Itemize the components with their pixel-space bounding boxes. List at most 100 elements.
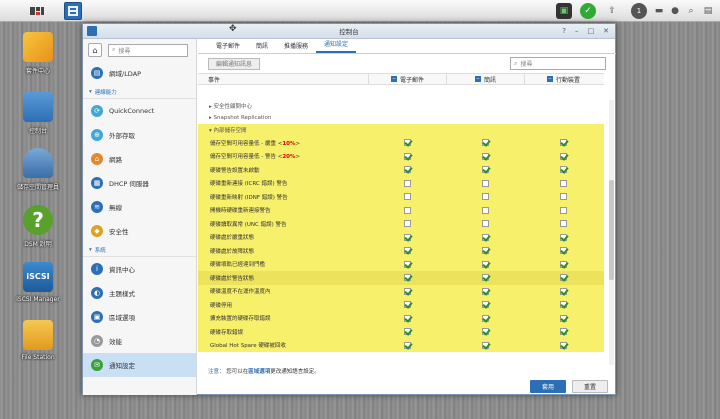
email-checkbox[interactable] [403,260,411,268]
email-checkbox[interactable] [403,152,411,160]
email-checkbox[interactable] [403,314,411,322]
table-row[interactable]: 硬碟存取錯誤 [198,325,604,339]
sms-checkbox[interactable] [481,274,489,282]
sidebar-item[interactable]: ◐ 主題樣式 [83,281,196,305]
search-icon[interactable]: ⌕ [683,3,699,19]
sms-checkbox[interactable] [481,247,489,255]
sms-checkbox[interactable] [481,301,489,309]
event-search-input[interactable]: ⌕ 搜尋 [510,57,606,70]
column-header-mobile[interactable]: – 行動裝置 [524,74,602,84]
mobile-checkbox[interactable] [559,139,567,147]
partial-check-icon[interactable]: – [474,76,481,82]
email-checkbox[interactable] [403,301,411,309]
column-header-sms[interactable]: – 簡訊 [446,74,524,84]
regional-options-link[interactable]: 區域選項 [248,369,270,375]
edit-message-button[interactable]: 編輯通知訊息 [208,57,261,70]
email-checkbox[interactable] [403,166,411,174]
mobile-checkbox[interactable] [559,220,567,228]
table-row[interactable]: 硬碟讀取異常 (UNC 錯誤) 警告 [198,217,604,231]
minimize-icon[interactable]: – [575,27,579,35]
sms-checkbox[interactable] [481,220,489,228]
sidebar-item[interactable]: ⟳ QuickConnect [83,99,196,123]
mobile-checkbox[interactable] [559,260,567,268]
status-ok-icon[interactable]: ✓ [580,3,596,19]
table-row[interactable]: 硬碟警告設置未啟動 [198,163,604,177]
table-row[interactable]: Global Hot Spare 硬碟被回收 [198,338,604,352]
table-row[interactable]: 硬碟壞軌已經達到門檻 [198,257,604,271]
table-row[interactable]: 儲存空間可用容量低 - 嚴重 <10%> [198,136,604,150]
sms-checkbox[interactable] [481,139,489,147]
tab[interactable]: 簡訊 [248,41,276,53]
table-row[interactable]: 儲存空間可用容量低 - 警告 <20%> [198,149,604,163]
sms-checkbox[interactable] [481,260,489,268]
sidebar-item[interactable]: ≋ 無線 [83,195,196,219]
desktop-icon-package-center[interactable]: 套件中心 [7,32,69,75]
table-group-header[interactable]: ▸ 安全性顧問中心 [198,100,604,112]
email-checkbox[interactable] [403,247,411,255]
show-desktop-button[interactable] [28,2,46,20]
sidebar-item[interactable]: ◔ 效能 [83,329,196,353]
mobile-checkbox[interactable] [559,341,567,349]
column-header-event[interactable]: 事件 [198,75,368,84]
table-row[interactable]: 硬碟溫度不在運作溫度內 [198,284,604,298]
email-checkbox[interactable] [403,139,411,147]
sms-checkbox[interactable] [481,166,489,174]
email-checkbox[interactable] [403,193,411,201]
widgets-icon[interactable]: ▤ [700,3,716,19]
scrollbar-thumb[interactable] [609,180,614,280]
table-row[interactable]: 硬碟處於警告狀態 [198,271,604,285]
close-icon[interactable]: ✕ [603,27,609,35]
sidebar-section-header[interactable]: ▾ 系統 [83,243,196,257]
mobile-checkbox[interactable] [559,166,567,174]
tab[interactable]: 通知設定 [316,39,357,53]
mobile-checkbox[interactable] [559,206,567,214]
mobile-checkbox[interactable] [559,287,567,295]
sidebar-item[interactable]: ✉ 通知設定 [83,353,196,377]
email-checkbox[interactable] [403,179,411,187]
sms-checkbox[interactable] [481,314,489,322]
mobile-checkbox[interactable] [559,301,567,309]
chat-icon[interactable]: ▬ [651,3,667,19]
desktop-icon-iscsi-manager[interactable]: iSCSI iSCSI Manager [7,262,69,303]
sidebar-item[interactable]: i 資訊中心 [83,257,196,281]
desktop-icon-storage-manager[interactable]: 儲存空間管理員 [7,148,69,191]
mobile-checkbox[interactable] [559,274,567,282]
home-button[interactable]: ⌂ [88,43,102,57]
mobile-checkbox[interactable] [559,193,567,201]
sidebar-item[interactable]: ▣ 區域選項 [83,305,196,329]
tab[interactable]: 電子郵件 [208,41,248,53]
sidebar-section-header[interactable]: ▾ 連線能力 [83,85,196,99]
sidebar-item[interactable]: ◆ 安全性 [83,219,196,243]
email-checkbox[interactable] [403,206,411,214]
sidebar-item[interactable]: ▦ DHCP 伺服器 [83,171,196,195]
tab[interactable]: 推播服務 [276,41,316,53]
mobile-checkbox[interactable] [559,233,567,241]
sms-checkbox[interactable] [481,287,489,295]
column-header-email[interactable]: – 電子郵件 [368,74,446,84]
table-row[interactable]: 硬碟重新連接 (ICRC 錯誤) 警告 [198,176,604,190]
sms-checkbox[interactable] [481,341,489,349]
email-checkbox[interactable] [403,287,411,295]
window-titlebar[interactable]: 控制台 ? – □ ✕ [83,24,615,39]
upload-icon[interactable]: ⇪ [604,3,620,19]
table-scrollbar[interactable] [609,100,614,365]
partial-check-icon[interactable]: – [390,76,397,82]
partial-check-icon[interactable]: – [546,76,553,82]
apply-button[interactable]: 套用 [530,380,566,393]
email-checkbox[interactable] [403,220,411,228]
desktop-icon-file-station[interactable]: File Station [7,320,69,361]
sidebar-item[interactable]: ⊕ 外部存取 [83,123,196,147]
table-row[interactable]: 硬碟停用 [198,298,604,312]
table-group-header[interactable]: ▾ 內部儲存空間 [198,124,604,136]
table-row[interactable]: 硬碟重新映射 (IDNF 錯誤) 警告 [198,190,604,204]
mobile-checkbox[interactable] [559,328,567,336]
email-checkbox[interactable] [403,328,411,336]
maximize-icon[interactable]: □ [588,27,595,35]
help-icon[interactable]: ? [562,27,566,35]
reset-button[interactable]: 重置 [572,380,608,393]
desktop-icon-dsm-help[interactable]: ? DSM 說明 [7,205,69,248]
table-row[interactable]: 擴充裝置的硬碟存取錯誤 [198,311,604,325]
email-checkbox[interactable] [403,274,411,282]
resource-monitor-icon[interactable]: ▣ [556,3,572,19]
table-row[interactable]: 開機時硬碟重新連接警告 [198,203,604,217]
